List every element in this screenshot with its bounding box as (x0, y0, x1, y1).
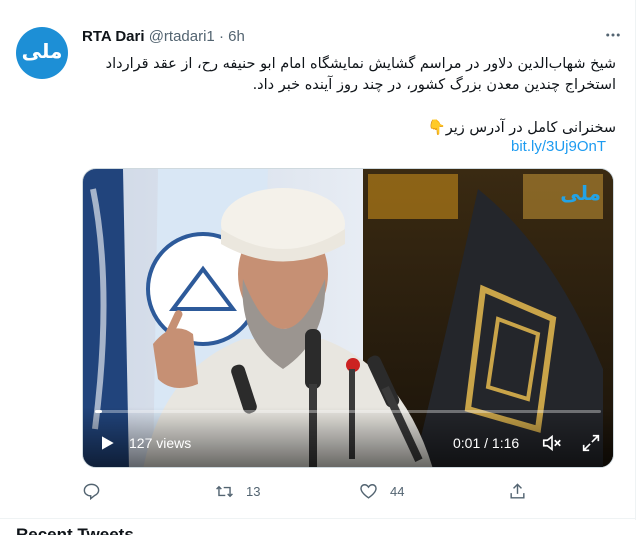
video-view-count: 127 views (129, 435, 192, 451)
fullscreen-icon[interactable] (580, 432, 602, 454)
section-heading: Recent Tweets (16, 525, 134, 535)
retweet-button[interactable]: 13 (215, 482, 260, 501)
reply-icon (83, 483, 100, 501)
retweet-icon (216, 485, 233, 498)
like-button[interactable]: 44 (359, 482, 404, 501)
reply-button[interactable] (82, 482, 113, 501)
tweet-header: RTA Dari @rtadari1 · 6h (82, 28, 245, 45)
share-icon (510, 483, 525, 499)
video-player[interactable]: ملی 127 views 0:01 / 1:16 (82, 168, 614, 468)
author-handle[interactable]: @rtadari1 (149, 28, 215, 45)
tweet-timestamp[interactable]: 6h (228, 28, 245, 45)
tweet-text-paragraph-1: شیخ شهاب‌الدین دلاور در مراسم گشایش نمای… (105, 56, 616, 93)
more-dots-icon (606, 33, 620, 37)
author-name[interactable]: RTA Dari (82, 28, 145, 45)
avatar-logo: ملی (21, 38, 63, 63)
heart-icon (360, 484, 377, 499)
video-progress-bar[interactable] (95, 410, 601, 413)
volume-icon[interactable] (541, 432, 563, 454)
more-options-button[interactable] (598, 20, 628, 50)
tweet-text-paragraph-2: سخنرانی کامل در آدرس زیر👇 (427, 120, 616, 136)
video-watermark: ملی (560, 181, 601, 205)
avatar-logo-sub (42, 64, 43, 68)
tweet-link[interactable]: bit.ly/3Uj9OnT (511, 138, 606, 155)
video-progress-fill (95, 410, 102, 413)
separator-dot: · (218, 28, 224, 45)
play-icon[interactable] (97, 433, 117, 453)
tweet-actions: 13 44 (82, 482, 532, 504)
video-timecode: 0:01 / 1:16 (453, 435, 520, 451)
tweet-card[interactable]: ملی RTA Dari @rtadari1 · 6h شیخ شهاب‌الد… (0, 0, 636, 520)
retweet-count: 13 (246, 484, 261, 499)
like-count: 44 (390, 484, 405, 499)
tweet-text: شیخ شهاب‌الدین دلاور در مراسم گشایش نمای… (82, 54, 616, 139)
recent-tweets-section: Recent Tweets (0, 518, 636, 535)
share-button[interactable] (508, 482, 539, 501)
avatar[interactable]: ملی (16, 27, 68, 79)
